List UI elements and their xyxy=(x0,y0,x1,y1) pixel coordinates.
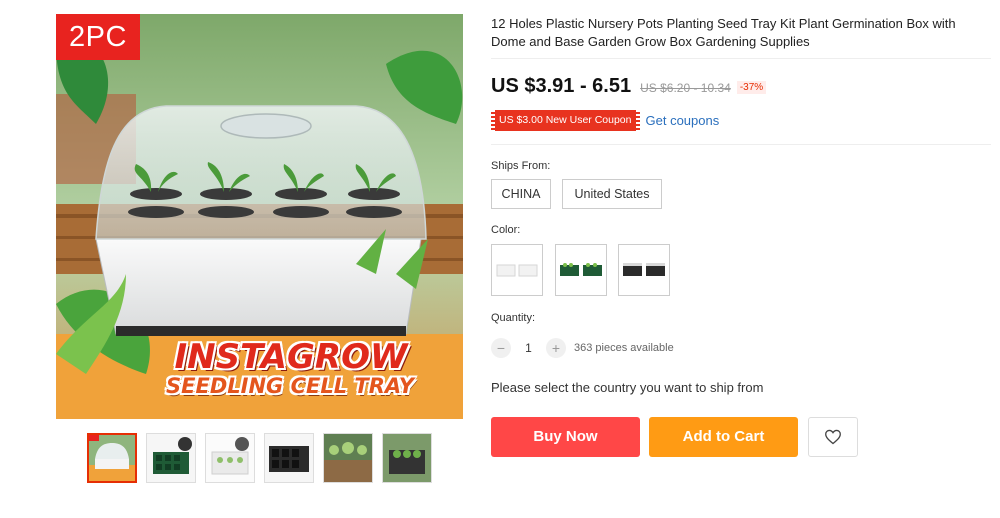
heart-icon xyxy=(825,429,841,445)
thumbnail-image xyxy=(265,434,313,482)
thumbnail-image xyxy=(383,434,431,482)
color-label: Color: xyxy=(491,224,521,236)
price-row: US $3.91 - 6.51 US $6.20 - 10.34 -37% xyxy=(491,75,767,101)
buy-now-button[interactable]: Buy Now xyxy=(491,417,640,457)
thumbnail-2[interactable] xyxy=(146,433,196,483)
thumbnail-image xyxy=(147,434,195,482)
color-option-black[interactable] xyxy=(618,244,670,296)
thumbnail-image xyxy=(206,434,254,482)
thumbnail-4[interactable] xyxy=(264,433,314,483)
color-option-white[interactable] xyxy=(491,244,543,296)
quantity-increase-button[interactable]: + xyxy=(546,338,566,358)
coupon-tag[interactable]: US $3.00 New User Coupon xyxy=(491,110,640,131)
product-title: 12 Holes Plastic Nursery Pots Planting S… xyxy=(491,16,956,49)
thumbnail-6[interactable] xyxy=(382,433,432,483)
ship-option-china[interactable]: CHINA xyxy=(491,179,551,209)
get-coupons-link[interactable]: Get coupons xyxy=(646,113,720,128)
stock-available: 363 pieces available xyxy=(574,342,674,354)
ship-option-united-states[interactable]: United States xyxy=(562,179,662,209)
price-current: US $3.91 - 6.51 xyxy=(491,75,632,97)
white-tray-swatch xyxy=(496,264,538,277)
quantity-stepper: − 1 + 363 pieces available xyxy=(491,337,674,359)
quantity-decrease-button[interactable]: − xyxy=(491,338,511,358)
thumbnail-image xyxy=(324,434,372,482)
ships-from-label: Ships From: xyxy=(491,160,551,172)
thumbnail-5[interactable] xyxy=(323,433,373,483)
coupon-row: US $3.00 New User Coupon Get coupons xyxy=(491,110,719,131)
discount-badge: -37% xyxy=(736,81,767,94)
add-to-cart-button[interactable]: Add to Cart xyxy=(649,417,798,457)
thumbnail-image xyxy=(89,435,135,481)
thumbnail-3[interactable] xyxy=(205,433,255,483)
divider xyxy=(491,144,991,145)
color-option-green[interactable] xyxy=(555,244,607,296)
wishlist-button[interactable] xyxy=(808,417,858,457)
divider xyxy=(491,58,991,59)
quantity-label: Quantity: xyxy=(491,312,536,324)
quantity-value[interactable]: 1 xyxy=(511,341,546,355)
main-product-image[interactable]: 2PC INSTAGROW SEEDLING CELL TRAY xyxy=(56,14,463,419)
quantity-badge: 2PC xyxy=(56,14,140,60)
price-original: US $6.20 - 10.34 xyxy=(640,81,731,95)
green-tray-swatch xyxy=(560,263,602,276)
shipping-note: Please select the country you want to sh… xyxy=(491,380,764,395)
black-tray-swatch xyxy=(623,263,665,276)
banner-subtitle: SEEDLING CELL TRAY xyxy=(165,373,414,399)
thumbnail-1[interactable] xyxy=(87,433,137,483)
banner-title: INSTAGROW xyxy=(174,336,408,378)
